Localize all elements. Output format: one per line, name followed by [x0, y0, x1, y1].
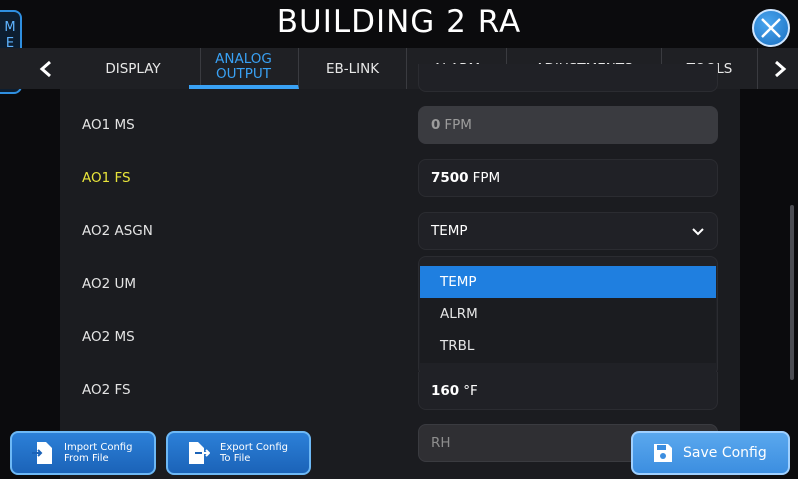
save-config-button[interactable]: Save Config	[631, 431, 790, 475]
ao2-fs-field[interactable]: 160 °F	[418, 372, 718, 410]
chevron-right-icon	[775, 60, 787, 77]
field-placeholder: RH	[431, 435, 451, 451]
field-value: 160	[431, 382, 460, 399]
export-config-button[interactable]: Export Config To File	[166, 431, 311, 475]
ao2-asgn-select[interactable]: TEMP	[418, 212, 718, 250]
dropdown-option[interactable]: TRBL	[420, 330, 716, 362]
dropdown-option[interactable]: TEMP	[420, 266, 716, 298]
field-value: 7500	[431, 170, 469, 186]
row-label: AO2 UM	[82, 276, 137, 292]
save-label: Save Config	[683, 444, 767, 461]
import-label-line1: Import Config	[64, 442, 133, 453]
close-icon	[761, 18, 781, 38]
asgn-dropdown-list: TEMP ALRM TRBL	[420, 266, 716, 363]
ao1-fs-field[interactable]: 7500 FPM	[418, 159, 718, 197]
import-config-button[interactable]: Import Config From File	[10, 431, 156, 475]
export-file-icon	[189, 442, 210, 464]
page-title: BUILDING 2 RA	[276, 4, 522, 40]
export-label-line1: Export Config	[220, 442, 288, 453]
chevron-down-icon	[692, 228, 704, 236]
row-label: AO1 MS	[82, 117, 135, 133]
close-button[interactable]	[752, 9, 790, 47]
field-unit: °F	[463, 382, 478, 399]
row-label: AO2 FS	[82, 382, 131, 398]
import-label-line2: From File	[64, 453, 109, 464]
import-file-icon	[32, 442, 52, 464]
row-label: AO1 FS	[82, 170, 131, 186]
row-label: AO2 MS	[82, 329, 135, 345]
tab-eb-link[interactable]: EB-LINK	[299, 48, 407, 89]
tab-display[interactable]: DISPLAY	[66, 48, 201, 89]
select-value: TEMP	[431, 223, 468, 239]
tab-scroll-left-button[interactable]	[28, 48, 64, 89]
field-unit: FPM	[444, 117, 472, 133]
scrollbar[interactable]	[790, 205, 794, 380]
chevron-left-icon	[39, 60, 51, 77]
dropdown-option[interactable]: ALRM	[420, 298, 716, 330]
field-value: 0	[431, 117, 441, 133]
partial-field-top	[418, 64, 718, 92]
export-label-line2: To File	[220, 453, 251, 464]
tab-scroll-right-button[interactable]	[762, 48, 798, 89]
floppy-disk-icon	[654, 444, 672, 462]
field-unit: FPM	[472, 170, 501, 186]
tab-analog-output[interactable]: ANALOG OUTPUT	[189, 48, 299, 89]
row-label: AO2 ASGN	[82, 223, 153, 239]
ao1-ms-field: 0 FPM	[418, 106, 718, 144]
